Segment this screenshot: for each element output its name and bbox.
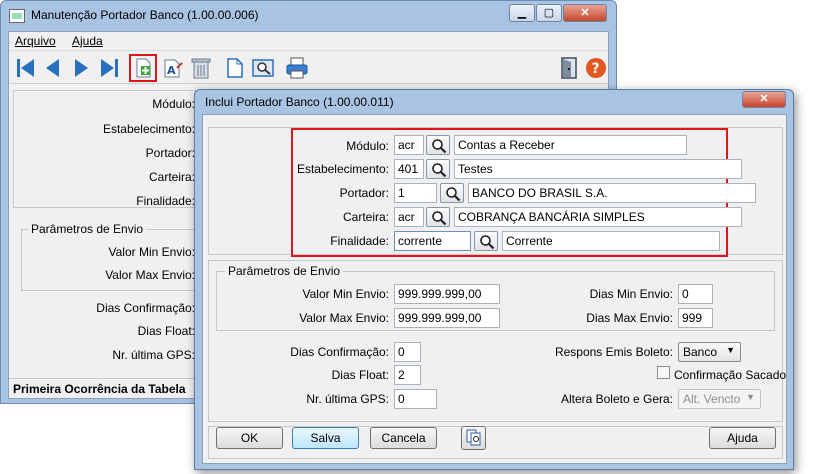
svg-text:?: ? [592,61,600,77]
dialog-close-button[interactable]: ✕ [742,91,786,108]
help-icon[interactable]: ? [584,56,608,80]
zoom-icon[interactable] [251,56,275,80]
altera-boleto-select[interactable]: Alt. Vencto ▼ [678,389,761,409]
prev-icon[interactable] [41,56,65,80]
maximize-button[interactable]: ▢ [536,4,562,22]
label-finalidade: Finalidade: [330,234,389,248]
label-valor-min-envio: Valor Min Envio: [302,287,389,301]
label-modulo: Módulo: [346,139,389,153]
label-dias-max-envio: Dias Max Envio: [586,311,673,325]
label-carteira: Carteira: [342,210,389,224]
edit-icon[interactable]: A [161,56,185,80]
carteira-desc-field: COBRANÇA BANCÁRIA SIMPLES [454,207,742,227]
valor-max-envio-input[interactable]: 999.999.999,00 [394,308,500,328]
respons-emis-boleto-select[interactable]: Banco ▼ [678,342,741,362]
search-icon [480,235,495,250]
dias-max-envio-input[interactable]: 999 [678,308,713,328]
confirmacao-sacado-label: Confirmação Sacado [674,368,787,382]
portador-code-input[interactable]: 1 [394,183,437,203]
main-label-estabelecimento: Estabelecimento: [102,122,195,136]
altera-boleto-value: Alt. Vencto [683,392,741,406]
print-icon[interactable] [285,56,309,80]
label-valor-max-envio: Valor Max Envio: [299,311,389,325]
estabelecimento-desc-field: Testes [454,159,742,179]
next-icon[interactable] [69,56,93,80]
copy-icon[interactable] [223,56,247,80]
dialog-window: Inclui Portador Banco (1.00.00.011) ✕ Mó… [194,89,794,470]
parametros-envio-caption: Parâmetros de Envio [225,264,344,278]
label-portador: Portador: [339,186,389,200]
search-icon [432,211,447,226]
main-label-dias-confirmacao: Dias Confirmação: [96,301,195,315]
main-parametros-caption: Parâmetros de Envio [28,222,147,236]
main-titlebar: Manutenção Portador Banco (1.00.00.006) … [1,1,616,31]
dias-confirmacao-input[interactable]: 0 [394,342,421,362]
save-button[interactable]: Salva [292,427,359,449]
estabelecimento-zoom-button[interactable] [426,159,450,179]
label-dias-confirmacao: Dias Confirmação: [290,345,389,359]
cancel-button[interactable]: Cancela [370,427,437,449]
finalidade-zoom-button[interactable] [474,231,498,251]
carteira-code-input[interactable]: acr [394,207,424,227]
main-label-modulo: Módulo: [152,97,195,111]
chevron-down-icon: ▼ [726,345,735,355]
add-icon[interactable] [129,54,157,82]
dias-float-input[interactable]: 2 [394,365,421,385]
modulo-code-input[interactable]: acr [394,135,424,155]
estabelecimento-code-input[interactable]: 401 [394,159,424,179]
main-label-valor-max: Valor Max Envio: [105,268,195,282]
dialog-title: Inclui Portador Banco (1.00.00.011) [205,95,394,109]
finalidade-code-input[interactable]: corrente [394,231,471,251]
minimize-button[interactable]: ▁ [509,4,535,22]
copy-search-icon [466,429,481,446]
main-label-dias-float: Dias Float: [137,324,195,338]
main-label-nr-gps: Nr. última GPS: [112,348,195,362]
menu-arquivo[interactable]: Arquivo [15,34,56,48]
exit-icon[interactable] [557,56,581,80]
dias-min-envio-input[interactable]: 0 [678,284,713,304]
confirmacao-sacado-checkbox[interactable] [657,366,670,379]
delete-icon[interactable] [189,56,213,80]
main-label-valor-min: Valor Min Envio: [108,245,195,259]
last-icon[interactable] [97,56,121,80]
modulo-zoom-button[interactable] [426,135,450,155]
label-dias-min-envio: Dias Min Envio: [589,287,673,301]
main-label-carteira: Carteira: [148,170,195,184]
carteira-zoom-button[interactable] [426,207,450,227]
ok-button[interactable]: OK [216,427,283,449]
label-altera-boleto: Altera Boleto e Gera: [560,392,673,406]
label-estabelecimento: Estabelecimento: [296,162,389,176]
finalidade-desc-field: Corrente [502,231,720,251]
label-dias-float: Dias Float: [331,368,389,382]
respons-emis-boleto-value: Banco [683,345,718,359]
menubar: Arquivo Ajuda [9,32,608,51]
search-icon [432,139,447,154]
main-label-finalidade: Finalidade: [136,194,195,208]
help-button[interactable]: Ajuda [709,427,776,449]
close-button[interactable]: ✕ [563,4,607,22]
first-icon[interactable] [14,56,38,80]
label-nr-ultima-gps: Nr. última GPS: [306,392,389,406]
main-window-title: Manutenção Portador Banco (1.00.00.006) [31,8,259,22]
search-icon [446,187,461,202]
svg-text:A: A [167,64,176,77]
main-label-portador: Portador: [145,146,195,160]
portador-zoom-button[interactable] [440,183,464,203]
portador-desc-field: BANCO DO BRASIL S.A. [468,183,756,203]
chevron-down-icon: ▼ [746,392,755,402]
menu-ajuda[interactable]: Ajuda [72,34,103,48]
dialog-client-area: Módulo: acr Contas a Receber Estabelecim… [202,114,787,464]
modulo-desc-field: Contas a Receber [454,135,687,155]
search-icon [432,163,447,178]
app-icon [9,9,25,23]
toolbar: A ? [9,52,608,84]
nr-ultima-gps-input[interactable]: 0 [394,389,437,409]
label-respons-emis-boleto: Respons Emis Boleto: [554,345,673,359]
copy-record-button[interactable] [461,426,486,450]
valor-min-envio-input[interactable]: 999.999.999,00 [394,284,500,304]
